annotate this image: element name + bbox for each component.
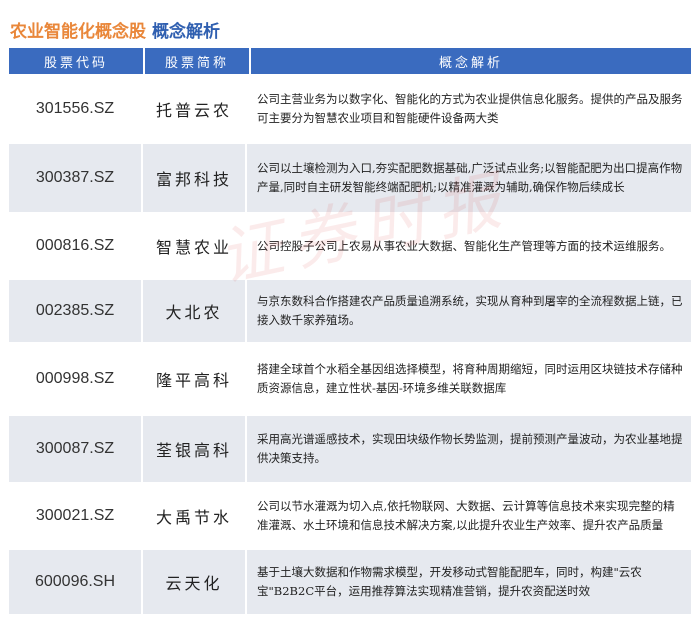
- cell-desc: 搭建全球首个水稻全基因组选择模型，将育种周期缩短，同时运用区块链技术存储种质资源…: [247, 344, 691, 414]
- cell-desc: 采用高光谱遥感技术，实现田块级作物长势监测，提前预测产量波动，为农业基地提供决策…: [247, 416, 691, 482]
- cell-code: 300387.SZ: [9, 144, 143, 212]
- cell-code: 002385.SZ: [9, 280, 143, 342]
- title-sub: 概念解析: [152, 21, 220, 42]
- cell-code: 300087.SZ: [9, 416, 143, 482]
- table-row: 300387.SZ 富邦科技 公司以土壤检测为入口,夯实配肥数据基础,广泛试点业…: [9, 144, 691, 214]
- table-body: 301556.SZ 托普云农 公司主营业务为以数字化、智能化的方式为农业提供信息…: [9, 76, 691, 616]
- cell-code: 300021.SZ: [9, 484, 143, 548]
- header-code: 股票代码: [9, 48, 143, 74]
- cell-code: 000816.SZ: [9, 214, 143, 278]
- table-row: 600096.SH 云天化 基于土壤大数据和作物需求模型，开发移动式智能配肥车，…: [9, 550, 691, 616]
- cell-desc: 公司控股子公司上农易从事农业大数据、智能化生产管理等方面的技术运维服务。: [247, 214, 691, 278]
- cell-name: 云天化: [143, 550, 247, 614]
- cell-name: 大禹节水: [143, 484, 247, 548]
- page-title: 农业智能化概念股 概念解析: [10, 16, 220, 42]
- table-row: 300087.SZ 荃银高科 采用高光谱遥感技术，实现田块级作物长势监测，提前预…: [9, 416, 691, 484]
- cell-code: 301556.SZ: [9, 76, 143, 142]
- cell-name: 隆平高科: [143, 344, 247, 414]
- cell-code: 600096.SH: [9, 550, 143, 614]
- cell-name: 大北农: [143, 280, 247, 342]
- table-row: 300021.SZ 大禹节水 公司以节水灌溉为切入点,依托物联网、大数据、云计算…: [9, 484, 691, 550]
- cell-name: 托普云农: [143, 76, 247, 142]
- cell-name: 智慧农业: [143, 214, 247, 278]
- cell-name: 荃银高科: [143, 416, 247, 482]
- table-row: 000998.SZ 隆平高科 搭建全球首个水稻全基因组选择模型，将育种周期缩短，…: [9, 344, 691, 416]
- table-row: 002385.SZ 大北农 与京东数科合作搭建农产品质量追溯系统，实现从育种到屠…: [9, 280, 691, 344]
- cell-desc: 公司以土壤检测为入口,夯实配肥数据基础,广泛试点业务;以智能配肥为出口提高作物产…: [247, 144, 691, 212]
- table-row: 000816.SZ 智慧农业 公司控股子公司上农易从事农业大数据、智能化生产管理…: [9, 214, 691, 280]
- cell-name: 富邦科技: [143, 144, 247, 212]
- title-main: 农业智能化概念股: [10, 21, 146, 42]
- cell-desc: 公司主营业务为以数字化、智能化的方式为农业提供信息化服务。提供的产品及服务可主要…: [247, 76, 691, 142]
- header-name: 股票简称: [145, 48, 249, 74]
- table-header: 股票代码 股票简称 概念解析: [9, 48, 691, 74]
- cell-desc: 基于土壤大数据和作物需求模型，开发移动式智能配肥车，同时，构建"云农宝"B2B2…: [247, 550, 691, 614]
- cell-code: 000998.SZ: [9, 344, 143, 414]
- cell-desc: 与京东数科合作搭建农产品质量追溯系统，实现从育种到屠宰的全流程数据上链，已接入数…: [247, 280, 691, 342]
- table-row: 301556.SZ 托普云农 公司主营业务为以数字化、智能化的方式为农业提供信息…: [9, 76, 691, 144]
- cell-desc: 公司以节水灌溉为切入点,依托物联网、大数据、云计算等信息技术来实现完整的精准灌溉…: [247, 484, 691, 548]
- header-desc: 概念解析: [251, 48, 691, 74]
